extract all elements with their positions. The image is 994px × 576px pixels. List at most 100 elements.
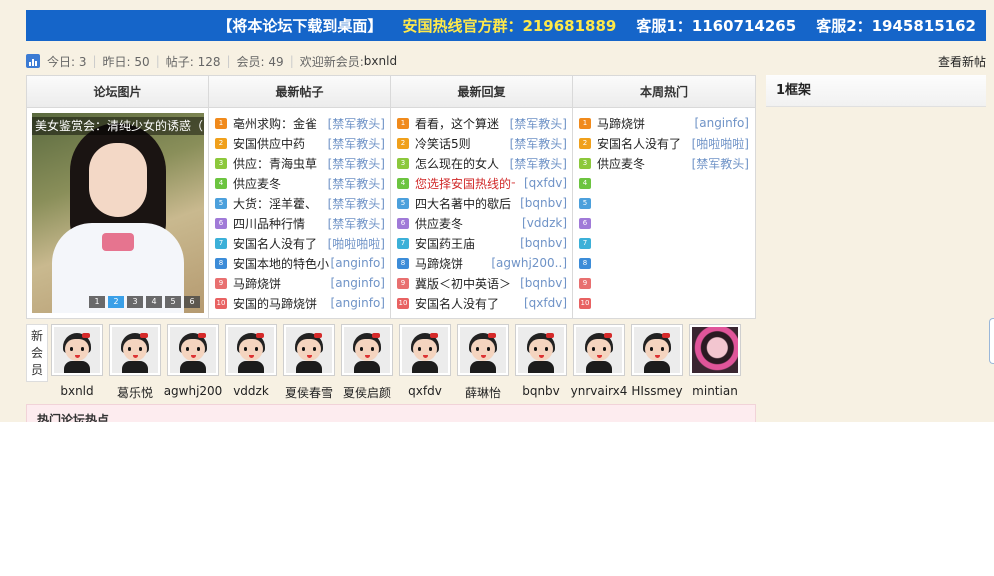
rank-number-icon: 4 [215, 177, 227, 189]
thread-title-link[interactable]: 安国名人没有了 [233, 235, 317, 252]
view-new-posts-link[interactable]: 查看新帖 [938, 53, 986, 70]
author-link[interactable]: [禁军教头] [328, 135, 385, 152]
thread-title-link[interactable]: 看看，这个算迷 [415, 115, 499, 132]
slide-page-button[interactable]: 5 [165, 296, 181, 308]
rank-number-icon: 3 [397, 157, 409, 169]
slide-page-button[interactable]: 4 [146, 296, 162, 308]
avatar[interactable] [457, 324, 509, 376]
thread-title-link[interactable]: 安国供应中药 [233, 135, 305, 152]
thread-title-link[interactable]: 马蹄烧饼 [415, 255, 463, 272]
thread-title-link[interactable]: 亳州求购：金雀 [233, 115, 317, 132]
avatar[interactable] [689, 324, 741, 376]
thread-title-link[interactable]: 四川品种行情 [233, 215, 305, 232]
avatar[interactable] [167, 324, 219, 376]
divider: | [155, 54, 160, 68]
member-card[interactable]: agwhj200 [164, 322, 222, 404]
member-name-link[interactable]: mintian [692, 384, 738, 398]
author-link[interactable]: [anginfo] [695, 116, 749, 130]
slide-page-button[interactable]: 1 [89, 296, 105, 308]
thread-title-link[interactable]: 供应麦冬 [233, 175, 281, 192]
member-card[interactable]: 葛乐悦 [106, 322, 164, 404]
author-link[interactable]: [禁军教头] [328, 155, 385, 172]
thread-title-link[interactable]: 安国的马蹄烧饼 [233, 295, 317, 312]
thread-title-link[interactable]: 安国药王庙 [415, 235, 475, 252]
author-link[interactable]: [anginfo] [331, 256, 385, 270]
slide-page-button[interactable]: 3 [127, 296, 143, 308]
thread-title-link[interactable]: 冀版＜初中英语＞ [415, 275, 511, 292]
member-name-link[interactable]: 薛琳怡 [465, 384, 501, 401]
slide-page-button-active[interactable]: 2 [108, 296, 124, 308]
download-to-desktop-link[interactable]: 【将本论坛下载到桌面】 [217, 15, 382, 36]
thread-title-link[interactable]: 您选择安国热线的十 [415, 175, 515, 192]
thread-title-link[interactable]: 安国本地的特色小 [233, 255, 329, 272]
avatar[interactable] [225, 324, 277, 376]
author-link[interactable]: [禁军教头] [328, 115, 385, 132]
avatar[interactable] [51, 324, 103, 376]
thread-title-link[interactable]: 供应麦冬 [415, 215, 463, 232]
avatar[interactable] [109, 324, 161, 376]
member-card[interactable]: ynrvairx4 [570, 322, 628, 404]
author-link[interactable]: [禁军教头] [510, 155, 567, 172]
member-card[interactable]: HIssmey [628, 322, 686, 404]
author-link[interactable]: [qxfdv] [524, 176, 567, 190]
author-link[interactable]: [啪啦啪啦] [692, 135, 749, 152]
member-name-link[interactable]: qxfdv [408, 384, 442, 398]
member-card[interactable]: qxfdv [396, 322, 454, 404]
member-name-link[interactable]: 夏侯春雪 [285, 384, 333, 401]
new-member-link[interactable]: bxnld [364, 54, 397, 68]
member-name-link[interactable]: vddzk [233, 384, 269, 398]
avatar[interactable] [341, 324, 393, 376]
author-link[interactable]: [bqnbv] [520, 276, 567, 290]
thread-title-link[interactable]: 马蹄烧饼 [597, 115, 645, 132]
thread-title-link[interactable]: 安国名人没有了 [597, 135, 681, 152]
author-link[interactable]: [禁军教头] [328, 175, 385, 192]
thread-title-link[interactable]: 大货：淫羊藿、 [233, 195, 317, 212]
avatar[interactable] [631, 324, 683, 376]
avatar[interactable] [399, 324, 451, 376]
author-link[interactable]: [anginfo] [331, 276, 385, 290]
author-link[interactable]: [禁军教头] [328, 215, 385, 232]
thread-title-link[interactable]: 冷笑话5则 [415, 135, 471, 152]
avatar[interactable] [515, 324, 567, 376]
side-panel-toggle[interactable] [989, 318, 994, 364]
slide-page-button[interactable]: 6 [184, 296, 200, 308]
member-card[interactable]: bqnbv [512, 322, 570, 404]
list-item: 5 [579, 193, 749, 213]
member-name-link[interactable]: agwhj200 [164, 384, 223, 398]
member-card[interactable]: bxnld [48, 322, 106, 404]
author-link[interactable]: [bqnbv] [520, 236, 567, 250]
thread-title-link[interactable]: 四大名著中的歇后 [415, 195, 511, 212]
author-link[interactable]: [qxfdv] [524, 296, 567, 310]
member-name-link[interactable]: 夏侯启颜 [343, 384, 391, 401]
member-card[interactable]: vddzk [222, 322, 280, 404]
member-name-link[interactable]: 葛乐悦 [117, 384, 153, 401]
thread-title-link[interactable]: 供应：青海虫草 [233, 155, 317, 172]
avatar[interactable] [283, 324, 335, 376]
member-name-link[interactable]: HIssmey [631, 384, 682, 398]
author-link[interactable]: [禁军教头] [510, 115, 567, 132]
avatar[interactable] [573, 324, 625, 376]
author-link[interactable]: [agwhj200..] [491, 256, 567, 270]
author-link[interactable]: [vddzk] [522, 216, 567, 230]
slideshow-image[interactable]: 美女鉴赏会：清纯少女的诱惑（ 1 2 3 4 5 6 [32, 113, 204, 313]
member-card[interactable]: 夏侯春雪 [280, 322, 338, 404]
list-item: 10 安国的马蹄烧饼 [anginfo] [215, 293, 385, 313]
thread-title-link[interactable]: 安国名人没有了 [415, 295, 499, 312]
author-link[interactable]: [禁军教头] [510, 135, 567, 152]
author-link[interactable]: [啪啦啪啦] [328, 235, 385, 252]
member-name-link[interactable]: bxnld [60, 384, 93, 398]
thread-title-link[interactable]: 怎么现在的女人 [415, 155, 499, 172]
slideshow-caption[interactable]: 美女鉴赏会：清纯少女的诱惑（ [32, 117, 204, 135]
member-name-link[interactable]: bqnbv [522, 384, 560, 398]
member-card[interactable]: 夏侯启颜 [338, 322, 396, 404]
author-link[interactable]: [禁军教头] [328, 195, 385, 212]
thread-title-link[interactable]: 马蹄烧饼 [233, 275, 281, 292]
author-link[interactable]: [bqnbv] [520, 196, 567, 210]
member-card[interactable]: 薛琳怡 [454, 322, 512, 404]
thread-title-link[interactable]: 供应麦冬 [597, 155, 645, 172]
member-card[interactable]: mintian [686, 322, 744, 404]
rank-number-icon: 4 [397, 177, 409, 189]
member-name-link[interactable]: ynrvairx4 [571, 384, 628, 398]
author-link[interactable]: [禁军教头] [692, 155, 749, 172]
author-link[interactable]: [anginfo] [331, 296, 385, 310]
